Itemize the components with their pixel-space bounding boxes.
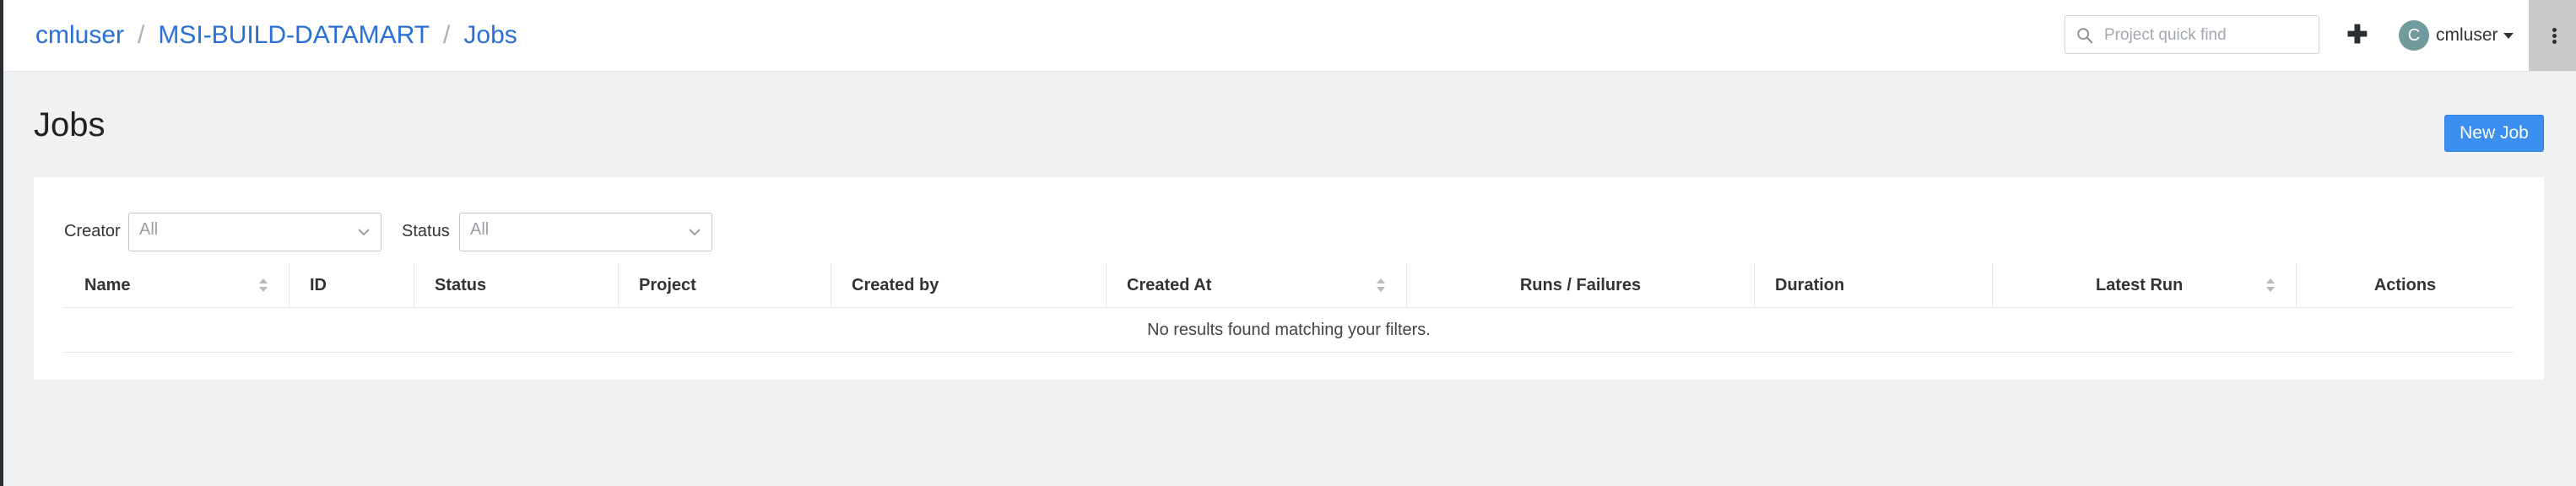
- top-bar: cmluser / MSI-BUILD-DATAMART / Jobs ✚ C cmlu…: [3, 0, 2576, 72]
- user-name: cmluser: [2436, 25, 2498, 45]
- caret-down-icon: [2503, 32, 2514, 39]
- kebab-menu-icon[interactable]: [2529, 0, 2576, 71]
- column-header-runs-failures: Runs / Failures: [1406, 263, 1754, 307]
- column-header-latest-run[interactable]: Latest Run: [1992, 263, 2296, 307]
- sort-icon: [1377, 278, 1385, 292]
- window-left-edge: [0, 0, 3, 486]
- column-header-id: ID: [289, 263, 414, 307]
- breadcrumb-jobs[interactable]: Jobs: [463, 21, 517, 49]
- column-header-created-at[interactable]: Created At: [1106, 263, 1406, 307]
- breadcrumb-project[interactable]: MSI-BUILD-DATAMART: [158, 21, 430, 49]
- project-quick-find[interactable]: [2065, 15, 2319, 54]
- column-header-actions: Actions: [2296, 263, 2514, 307]
- breadcrumb-separator: /: [138, 21, 145, 49]
- creator-select-value: All: [139, 220, 159, 239]
- column-header-created-by: Created by: [831, 263, 1106, 307]
- column-header-duration: Duration: [1754, 263, 1992, 307]
- search-icon: [2077, 28, 2093, 44]
- avatar: C: [2399, 20, 2429, 51]
- user-menu[interactable]: C cmluser: [2399, 20, 2514, 51]
- chevron-down-icon: [358, 229, 370, 236]
- breadcrumb-user[interactable]: cmluser: [35, 21, 124, 49]
- column-header-status: Status: [414, 263, 618, 307]
- sort-icon: [2266, 278, 2275, 292]
- creator-select[interactable]: All: [128, 213, 382, 251]
- jobs-panel: Creator All Status All Name ID Status Pr…: [34, 177, 2544, 380]
- breadcrumb: cmluser / MSI-BUILD-DATAMART / Jobs: [35, 19, 517, 52]
- column-header-name[interactable]: Name: [64, 263, 289, 307]
- new-job-button[interactable]: New Job: [2444, 115, 2544, 152]
- column-header-project: Project: [618, 263, 831, 307]
- empty-state-message: No results found matching your filters.: [64, 308, 2514, 353]
- page-title: Jobs: [34, 106, 106, 143]
- table-header: Name ID Status Project Created by Create…: [64, 263, 2514, 308]
- plus-icon[interactable]: ✚: [2345, 19, 2370, 52]
- sort-icon: [259, 278, 268, 292]
- jobs-table: Name ID Status Project Created by Create…: [64, 263, 2514, 353]
- status-select[interactable]: All: [459, 213, 712, 251]
- breadcrumb-separator: /: [443, 21, 451, 49]
- status-select-value: All: [470, 220, 490, 239]
- chevron-down-icon: [689, 229, 701, 236]
- creator-filter-label: Creator: [64, 222, 121, 240]
- status-filter-label: Status: [402, 222, 450, 240]
- search-input[interactable]: [2102, 23, 2308, 48]
